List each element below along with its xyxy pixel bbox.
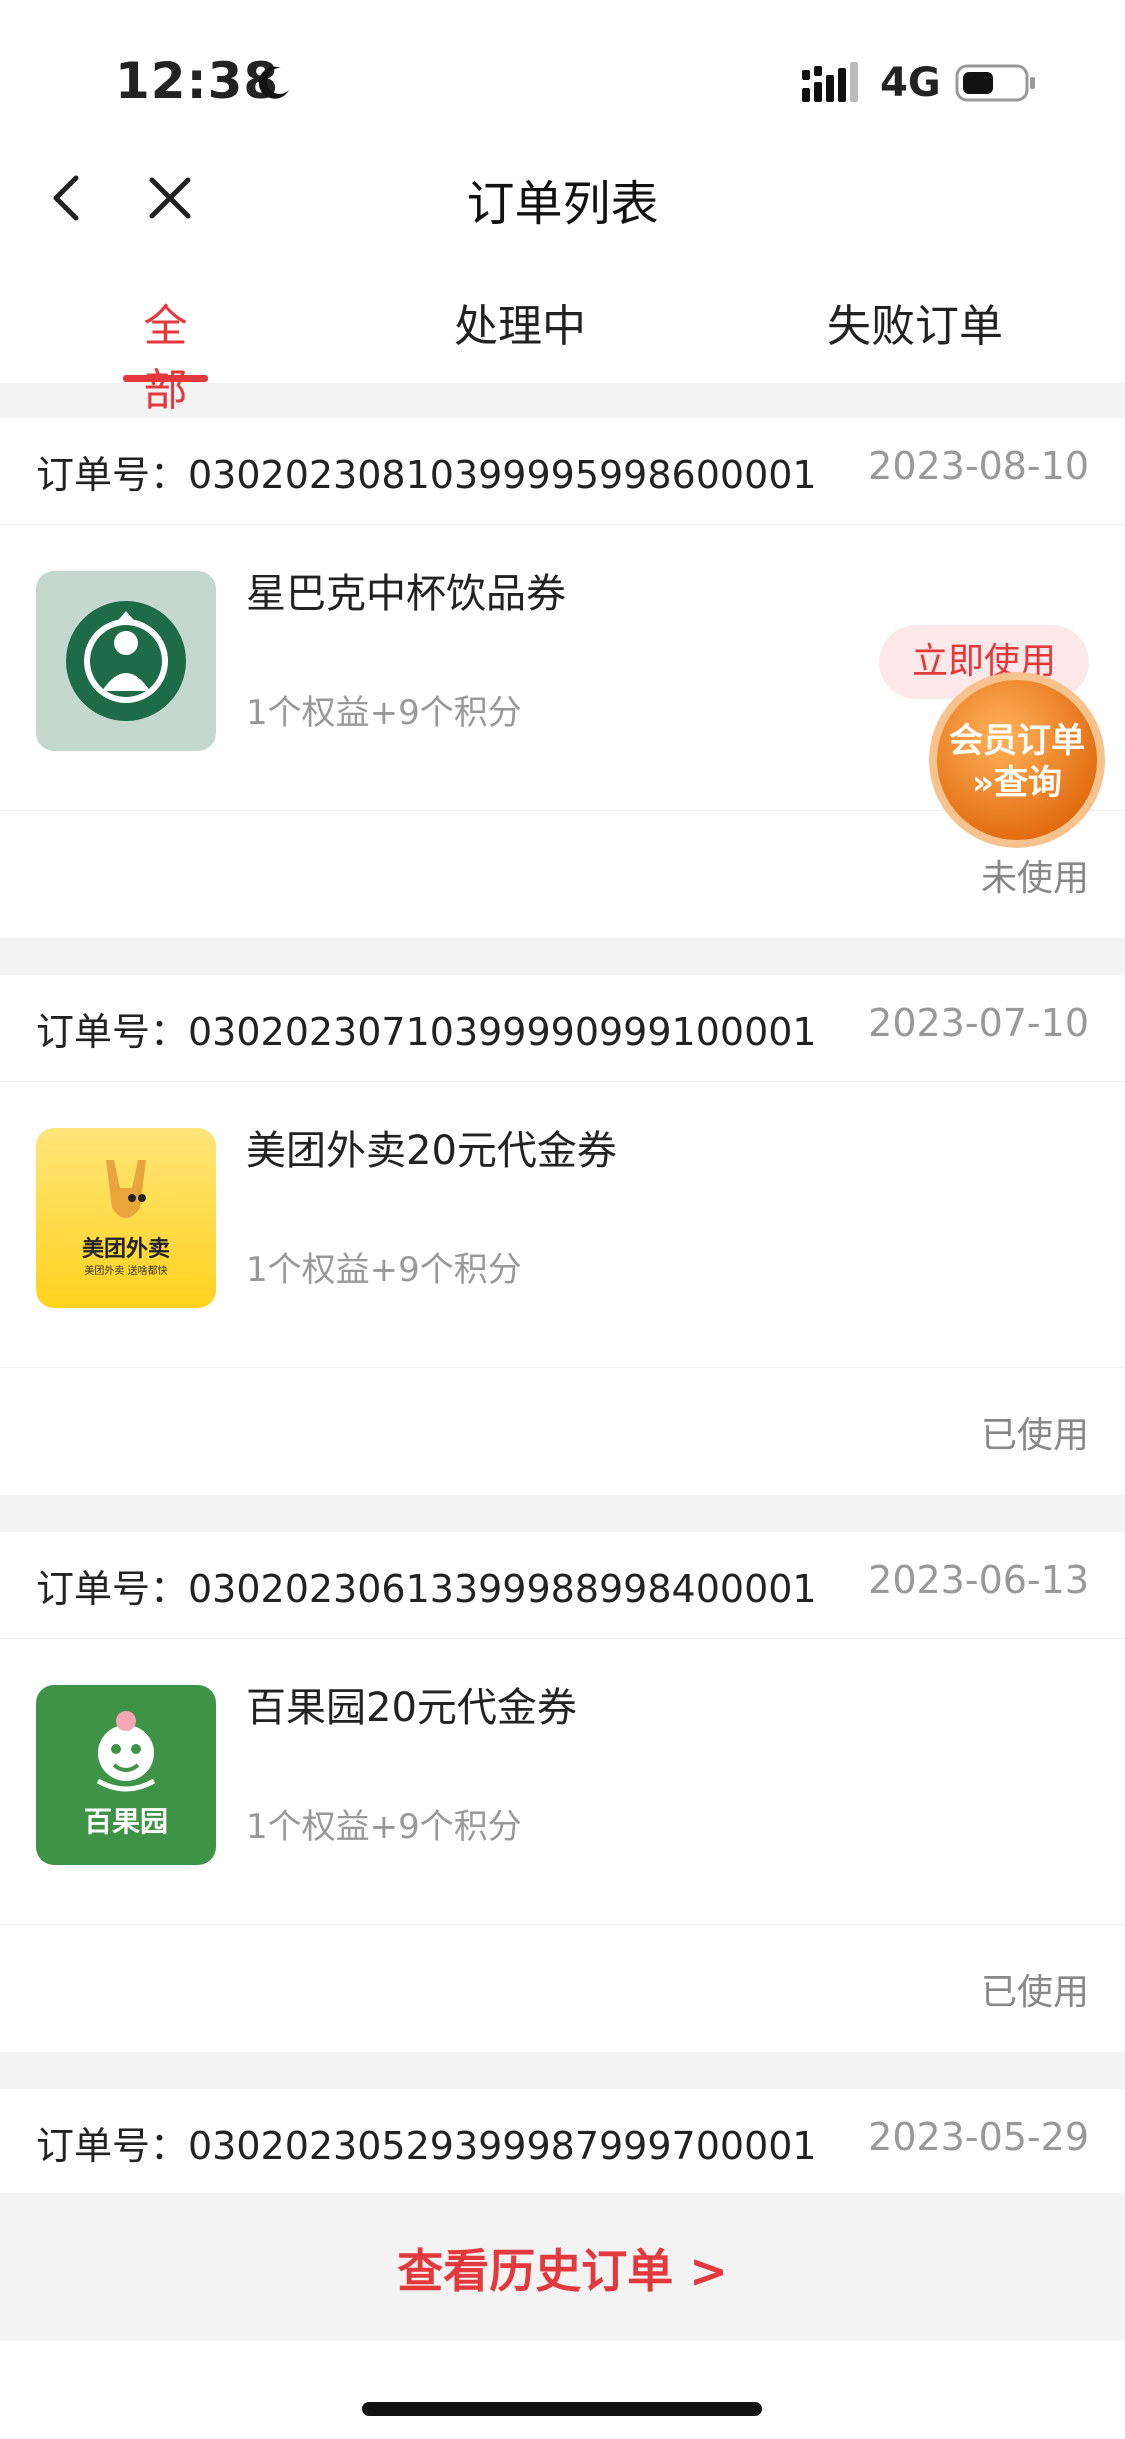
moon-icon <box>258 66 289 99</box>
order-status: 已使用 <box>980 1972 1089 2013</box>
nav-bar: 订单列表 <box>0 150 1125 270</box>
tab-bar: 全部 处理中 失败订单 <box>0 270 1125 416</box>
meituan-logo: 美团外卖 美团外卖 送啥都快 <box>36 1128 216 1308</box>
signal-icon <box>802 62 858 102</box>
status-bar: 12:38 4G <box>0 0 1125 150</box>
order-header: 订单号：03020230810399995998600001 2023-08-1… <box>0 418 1125 525</box>
order-number: 订单号：03020230810399995998600001 <box>36 453 817 497</box>
order-card[interactable]: 订单号：03020230529399987999700001 2023-05-2… <box>0 2089 1125 2193</box>
home-indicator[interactable] <box>362 2402 762 2416</box>
order-header: 订单号：03020230613399988998400001 2023-06-1… <box>0 1532 1125 1639</box>
order-card[interactable]: 订单号：03020230613399988998400001 2023-06-1… <box>0 1532 1125 2052</box>
product-desc: 1个权益+9个积分 <box>246 1807 522 1847</box>
meituan-logo-sub: 美团外卖 送啥都快 <box>84 1264 167 1277</box>
order-date: 2023-08-10 <box>868 444 1089 488</box>
product-name: 星巴克中杯饮品券 <box>246 571 566 617</box>
tab-failed[interactable]: 失败订单 <box>820 290 1010 354</box>
order-date: 2023-05-29 <box>868 2115 1089 2159</box>
network-type: 4G <box>880 60 941 106</box>
member-order-query-badge[interactable]: 会员订单 »查询 <box>925 668 1110 853</box>
order-body: 美团外卖 美团外卖 送啥都快 美团外卖20元代金券 1个权益+9个积分 <box>0 1082 1125 1368</box>
bottom-area <box>0 2341 1125 2439</box>
badge-line2: »查询 <box>972 763 1062 803</box>
order-header: 订单号：03020230529399987999700001 2023-05-2… <box>0 2089 1125 2196</box>
order-date: 2023-07-10 <box>868 1001 1089 1045</box>
pagoda-logo: 百果园 <box>36 1685 216 1865</box>
order-body: 百果园 百果园20元代金券 1个权益+9个积分 <box>0 1639 1125 1925</box>
product-desc: 1个权益+9个积分 <box>246 1250 522 1290</box>
order-number: 订单号：03020230710399990999100001 <box>36 1010 817 1054</box>
view-history-link[interactable]: 查看历史订单 > <box>397 2235 728 2301</box>
page-title: 订单列表 <box>466 176 659 232</box>
history-section: 查看历史订单 > <box>0 2193 1125 2341</box>
order-footer: 已使用 <box>0 1925 1125 2052</box>
order-number: 订单号：03020230529399987999700001 <box>36 2124 817 2168</box>
tab-processing[interactable]: 处理中 <box>440 290 600 354</box>
tab-active-indicator <box>123 375 208 382</box>
product-name: 百果园20元代金券 <box>246 1685 577 1731</box>
battery-icon <box>955 64 1035 102</box>
order-header: 订单号：03020230710399990999100001 2023-07-1… <box>0 975 1125 1082</box>
order-date: 2023-06-13 <box>868 1558 1089 1602</box>
product-desc: 1个权益+9个积分 <box>246 693 522 733</box>
badge-line1: 会员订单 <box>949 721 1085 761</box>
order-footer: 已使用 <box>0 1368 1125 1495</box>
pagoda-logo-text: 百果园 <box>84 1805 168 1838</box>
order-status: 未使用 <box>980 858 1089 899</box>
meituan-logo-text: 美团外卖 <box>82 1236 170 1262</box>
order-status: 已使用 <box>980 1415 1089 1456</box>
starbucks-logo <box>36 571 216 751</box>
order-number: 订单号：03020230613399988998400001 <box>36 1567 817 1611</box>
product-name: 美团外卖20元代金券 <box>246 1128 617 1174</box>
tab-all[interactable]: 全部 <box>123 290 208 418</box>
order-card[interactable]: 订单号：03020230710399990999100001 2023-07-1… <box>0 975 1125 1495</box>
